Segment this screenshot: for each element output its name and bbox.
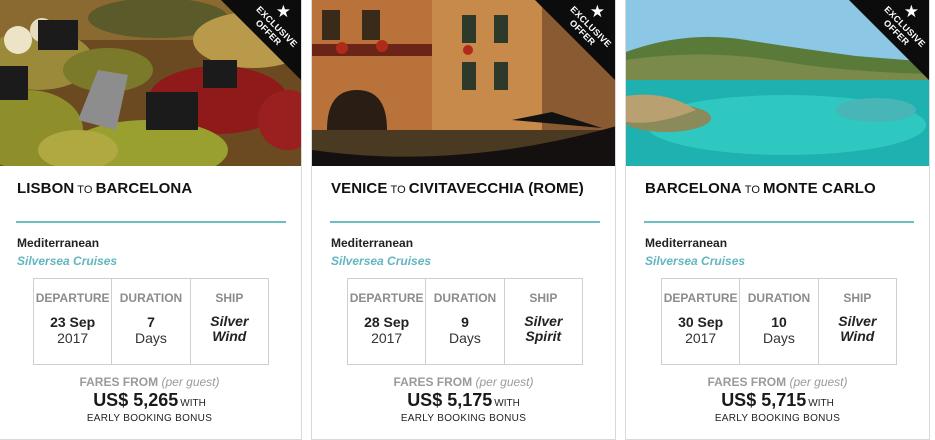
- departure-year: 2017: [685, 330, 717, 346]
- duration-value: 10: [771, 314, 787, 330]
- cruise-card-barcelona-monte-carlo[interactable]: ★ EXCLUSIVE OFFER BARCELONA TO MONTE CARLO …: [625, 0, 930, 440]
- duration-unit: Days: [763, 330, 795, 346]
- region-label: Mediterranean: [645, 236, 728, 250]
- duration-cell: DURATION 7 Days: [112, 279, 191, 364]
- price-row: US$ 5,265 WITH: [0, 390, 301, 411]
- ship-cell: SHIP Silver Wind: [819, 279, 896, 364]
- duration-header: DURATION: [433, 291, 497, 305]
- route-to: MONTE CARLO: [763, 180, 876, 197]
- departure-date: 28 Sep: [364, 314, 410, 330]
- cruise-line-label: Silversea Cruises: [17, 254, 118, 268]
- cruise-facts-table: DEPARTURE 28 Sep 2017 DURATION 9 Days SH…: [347, 278, 583, 365]
- cruise-facts-table: DEPARTURE 30 Sep 2017 DURATION 10 Days S…: [661, 278, 897, 365]
- route-to: CIVITAVECCHIA (ROME): [408, 180, 584, 197]
- ship-header: SHIP: [529, 291, 558, 305]
- route-from: VENICE: [331, 180, 388, 197]
- ship-name-line1: Silver: [838, 313, 877, 329]
- duration-unit: Days: [449, 330, 481, 346]
- cruise-line-label: Silversea Cruises: [645, 254, 746, 268]
- fares-label: FARES FROM (per guest): [707, 375, 848, 389]
- duration-cell: DURATION 10 Days: [740, 279, 819, 364]
- ship-cell: SHIP Silver Wind: [191, 279, 268, 364]
- ship-name-line2: Wind: [840, 328, 875, 344]
- ship-name-line2: Wind: [212, 328, 247, 344]
- cruise-facts-table: DEPARTURE 23 Sep 2017 DURATION 7 Days SH…: [33, 278, 269, 365]
- departure-cell: DEPARTURE 23 Sep 2017: [34, 279, 113, 364]
- cruise-card-lisbon-barcelona[interactable]: ★ EXCLUSIVE OFFER LISBON TO BARCELONA Medit…: [0, 0, 302, 440]
- early-booking-bonus: EARLY BOOKING BONUS: [86, 413, 213, 424]
- star-icon: ★: [275, 2, 291, 22]
- exclusive-offer-ribbon: ★ EXCLUSIVE OFFER: [535, 0, 615, 80]
- price-row: US$ 5,175 WITH: [312, 390, 615, 411]
- exclusive-offer-ribbon: ★ EXCLUSIVE OFFER: [221, 0, 301, 80]
- departure-cell: DEPARTURE 30 Sep 2017: [662, 279, 741, 364]
- departure-date: 23 Sep: [50, 314, 96, 330]
- fares-block: FARES FROM (per guest) US$ 5,175 WITH EAR…: [312, 375, 615, 424]
- fares-block: FARES FROM (per guest) US$ 5,715 WITH EAR…: [626, 375, 929, 424]
- region-label: Mediterranean: [331, 236, 414, 250]
- route-to: BARCELONA: [95, 180, 193, 197]
- route-title[interactable]: BARCELONA TO MONTE CARLO: [645, 180, 876, 197]
- route-from: BARCELONA: [645, 180, 742, 197]
- departure-header: DEPARTURE: [35, 291, 110, 305]
- divider: [16, 221, 286, 223]
- early-booking-bonus: EARLY BOOKING BONUS: [400, 413, 527, 424]
- duration-header: DURATION: [119, 291, 183, 305]
- duration-value: 9: [461, 314, 469, 330]
- exclusive-offer-ribbon: ★ EXCLUSIVE OFFER: [849, 0, 929, 80]
- departure-year: 2017: [57, 330, 89, 346]
- route-to-word: TO: [744, 184, 761, 196]
- region-label: Mediterranean: [17, 236, 100, 250]
- departure-year: 2017: [371, 330, 403, 346]
- early-booking-bonus: EARLY BOOKING BONUS: [714, 413, 841, 424]
- departure-cell: DEPARTURE 28 Sep 2017: [348, 279, 427, 364]
- duration-unit: Days: [135, 330, 167, 346]
- price-value: US$ 5,265: [93, 390, 179, 410]
- duration-header: DURATION: [747, 291, 811, 305]
- route-to-word: TO: [77, 184, 93, 196]
- divider: [330, 221, 600, 223]
- price-value: US$ 5,175: [407, 390, 493, 410]
- duration-cell: DURATION 9 Days: [426, 279, 505, 364]
- ship-header: SHIP: [843, 291, 872, 305]
- route-title[interactable]: VENICE TO CIVITAVECCHIA (ROME): [331, 180, 584, 197]
- ship-name-line1: Silver: [524, 313, 563, 329]
- cruise-line-label: Silversea Cruises: [331, 254, 432, 268]
- departure-header: DEPARTURE: [663, 291, 738, 305]
- departure-date: 30 Sep: [678, 314, 724, 330]
- fares-label: FARES FROM (per guest): [393, 375, 534, 389]
- star-icon: ★: [589, 2, 605, 22]
- with-label: WITH: [494, 398, 520, 409]
- duration-value: 7: [147, 314, 155, 330]
- departure-header: DEPARTURE: [349, 291, 424, 305]
- divider: [644, 221, 914, 223]
- route-from: LISBON: [17, 180, 75, 197]
- fares-block: FARES FROM (per guest) US$ 5,265 WITH EAR…: [0, 375, 301, 424]
- ship-name-line2: Spirit: [525, 328, 562, 344]
- cruise-card-venice-civitavecchia[interactable]: ★ EXCLUSIVE OFFER VENICE TO CIVITAVECCHIA (…: [311, 0, 616, 440]
- price-value: US$ 5,715: [721, 390, 807, 410]
- with-label: WITH: [808, 398, 834, 409]
- star-icon: ★: [903, 2, 919, 22]
- ship-header: SHIP: [215, 291, 244, 305]
- price-row: US$ 5,715 WITH: [626, 390, 929, 411]
- with-label: WITH: [180, 398, 206, 409]
- route-to-word: TO: [390, 184, 406, 196]
- ship-cell: SHIP Silver Spirit: [505, 279, 582, 364]
- ship-name-line1: Silver: [210, 313, 249, 329]
- route-title[interactable]: LISBON TO BARCELONA: [17, 180, 192, 197]
- fares-label: FARES FROM (per guest): [79, 375, 220, 389]
